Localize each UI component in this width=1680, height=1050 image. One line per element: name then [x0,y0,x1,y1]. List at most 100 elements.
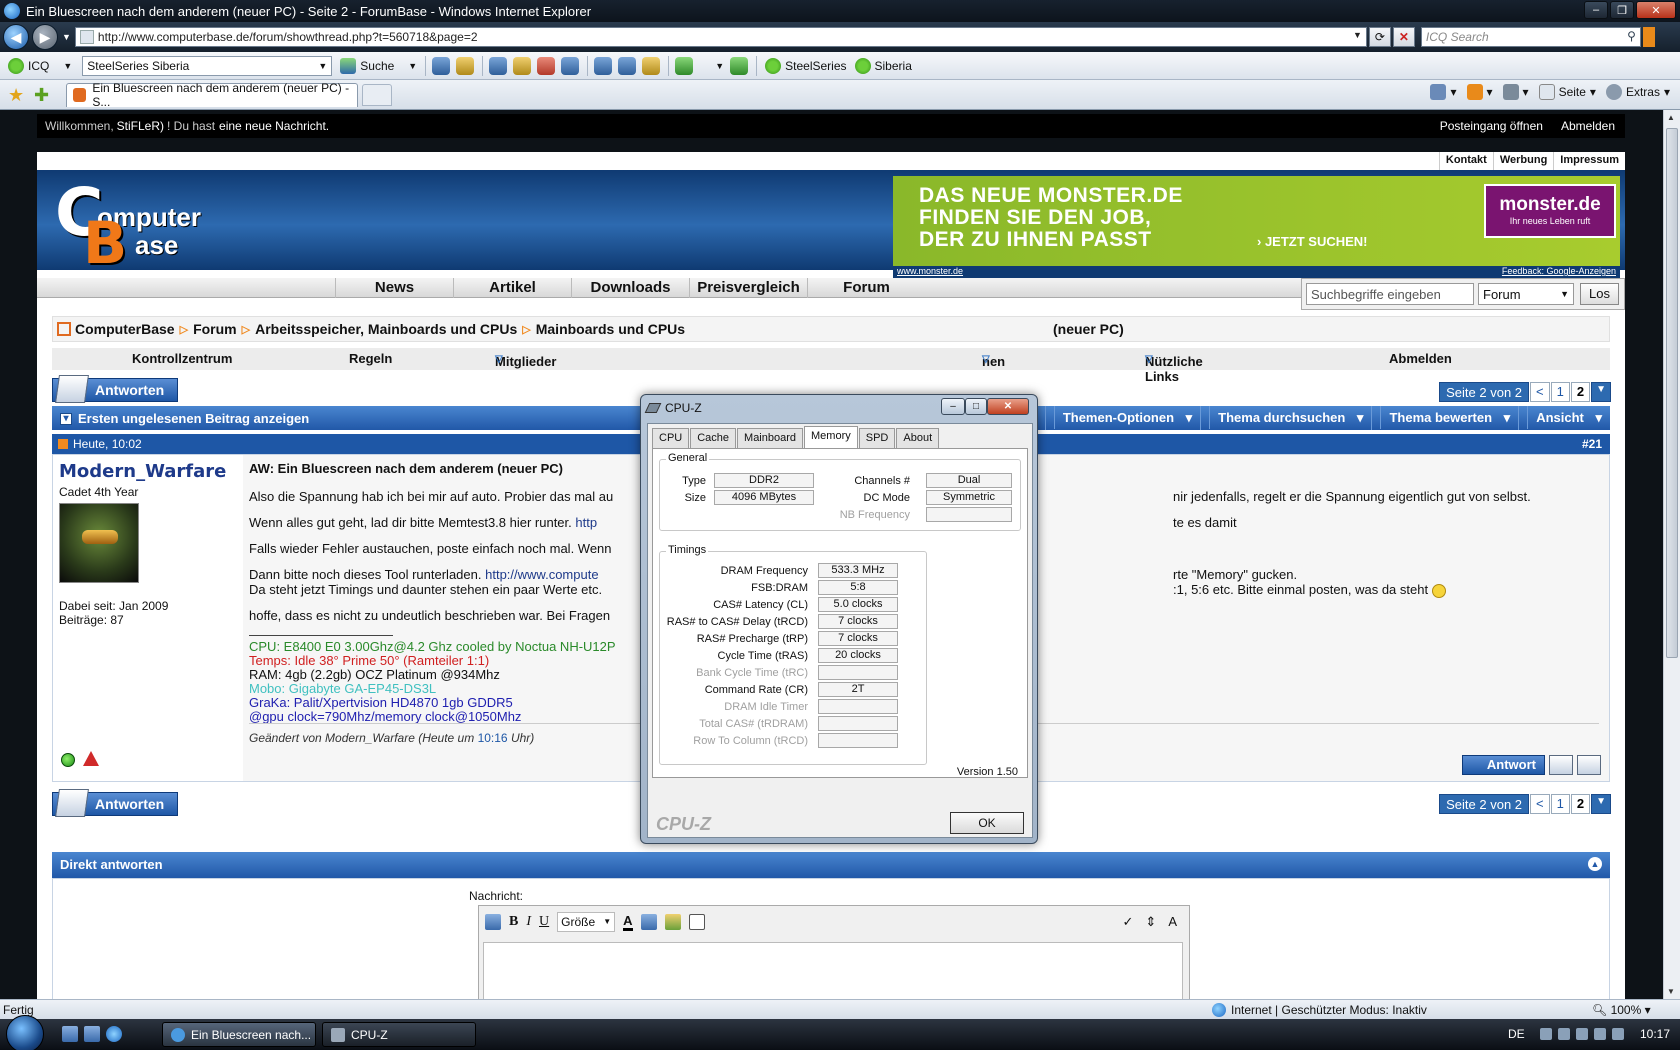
forum-search-button[interactable]: Los [1580,283,1619,305]
add-contact-icon[interactable] [618,56,637,75]
thread-rate-menu[interactable]: Thema bewerten ▾ [1371,406,1518,430]
switch-mode-icon[interactable]: A [1168,914,1177,930]
check-icon[interactable] [675,56,694,75]
contact-link[interactable]: Kontakt [1438,152,1493,170]
security-zone[interactable]: Internet | Geschützter Modus: Inaktiv [1212,1003,1427,1017]
cpuz-ok-button[interactable]: OK [950,812,1024,834]
inbox-link[interactable]: Posteingang öffnen [1440,119,1543,133]
font-color-button[interactable]: A [623,913,633,931]
taskbar-ie-window[interactable]: Ein Bluescreen nach... [162,1022,316,1047]
computerbase-logo[interactable]: C omputer B ase [55,180,215,273]
nav-news[interactable]: News [335,278,453,298]
post-username[interactable]: Modern_Warfare [59,461,226,482]
underline-button[interactable]: U [539,914,549,930]
report-post-icon[interactable] [83,751,99,766]
cpuz-tab-about[interactable]: About [896,428,940,448]
breadcrumb-item[interactable]: ComputerBase [75,321,175,337]
advertising-link[interactable]: Werbung [1492,152,1553,170]
more-dropdown-icon[interactable]: ▼ [715,61,724,71]
toolbar-search-button[interactable]: Suche ▼ [340,57,417,74]
maximize-button[interactable]: ❐ [1610,1,1634,19]
mail-icon[interactable] [537,56,556,75]
multiquote-button[interactable] [1577,755,1601,775]
share-icon[interactable] [561,56,580,75]
avatar[interactable] [59,503,139,583]
resize-icon[interactable]: ⇕ [1145,914,1156,930]
search-icon[interactable]: ⚲ [1627,29,1636,43]
address-bar[interactable]: http://www.computerbase.de/forum/showthr… [74,27,1367,47]
cpuz-link[interactable]: http://www.compute [485,567,598,582]
cpuz-tab-mainboard[interactable]: Mainboard [737,428,804,448]
scroll-thumb[interactable] [1666,128,1678,658]
reply-button-top[interactable]: Antworten [52,375,178,403]
taskbar-cpuz-window[interactable]: CPU-Z [322,1022,476,1047]
new-message-link[interactable]: eine neue Nachricht. [219,119,329,133]
chat-icon[interactable] [489,56,508,75]
italic-button[interactable]: I [526,914,531,930]
ad-site-link[interactable]: www.monster.de [897,266,963,276]
reply-button-bottom[interactable]: Antworten [52,789,178,817]
quote-icon[interactable] [688,914,705,930]
nav-rules[interactable]: Regeln [349,351,392,366]
contacts-icon[interactable] [594,56,613,75]
people-icon[interactable] [456,56,475,75]
cpuz-close-button[interactable]: ✕ [987,398,1029,415]
tray-steam-icon[interactable] [1576,1028,1588,1040]
tray-expand-icon[interactable] [1540,1028,1552,1040]
users-icon[interactable] [642,56,661,75]
feeds-button[interactable]: ▾ [1466,84,1493,100]
logout-link[interactable]: Abmelden [1561,119,1615,133]
forward-button[interactable]: ▶ [32,24,58,50]
tray-network-icon[interactable] [1558,1028,1570,1040]
vertical-scrollbar[interactable]: ▲ ▼ [1663,110,1680,999]
imprint-link[interactable]: Impressum [1553,152,1625,170]
extras-menu[interactable]: Extras ▾ [1605,84,1670,100]
remove-format-icon[interactable] [485,914,501,930]
cpuz-tab-memory[interactable]: Memory [804,426,858,448]
toolbar-link-siberia[interactable]: Siberia [854,57,912,74]
insert-image-icon[interactable] [664,914,681,930]
back-button[interactable]: ◀ [3,24,29,50]
cpuz-tab-cpu[interactable]: CPU [652,428,690,448]
switch-windows-icon[interactable] [84,1026,100,1042]
memtest-link[interactable]: http [575,515,597,530]
pager-dropdown-icon[interactable]: ▼ [1591,382,1611,402]
forum-search-input[interactable]: Suchbegriffe eingeben [1306,283,1474,305]
nav-preisvergleich[interactable]: Preisvergleich [689,278,807,298]
monster-ad-banner[interactable]: DAS NEUE MONSTER.DE FINDEN SIE DEN JOB, … [893,176,1620,266]
minimize-button[interactable]: – [1584,1,1608,19]
message-textarea[interactable] [483,942,1183,999]
tray-volume-icon[interactable] [1594,1028,1606,1040]
cpuz-tab-spd[interactable]: SPD [858,428,896,448]
thread-options-menu[interactable]: Themen-Optionen ▾ [1044,406,1200,430]
favorites-star-icon[interactable]: ★ [8,86,26,104]
thread-view-menu[interactable]: Ansicht ▾ [1518,406,1610,430]
first-unread-link[interactable]: ▾ Ersten ungelesenen Beitrag anzeigen [60,411,309,426]
pager-prev[interactable]: < [1530,794,1550,814]
add-favorite-icon[interactable]: ✚ [34,86,52,104]
history-dropdown-icon[interactable]: ▼ [62,32,71,42]
welcome-username[interactable]: StiFLeR) [117,119,164,133]
language-indicator[interactable]: DE [1508,1027,1525,1041]
spellcheck-icon[interactable]: ✓ [1123,914,1134,930]
cpuz-maximize-button[interactable]: □ [965,398,987,415]
post-number-link[interactable]: #21 [1582,437,1602,451]
scroll-down-icon[interactable]: ▼ [1667,987,1675,996]
icq-menu[interactable]: ICQ ▼ [8,57,72,74]
font-size-select[interactable]: Größe ▼ [557,912,616,932]
answer-button[interactable]: Antwort [1461,755,1545,775]
home-button[interactable]: ▾ [1430,84,1457,100]
search-options-button[interactable] [1642,27,1655,47]
tab-active[interactable]: Ein Bluescreen nach dem anderem (neuer P… [66,81,358,109]
toolbar-link-steelseries[interactable]: SteelSeries [765,57,847,74]
zoom-level[interactable]: 🔍︎ 100% ▾ [1592,1003,1651,1017]
cpuz-minimize-button[interactable]: – [941,398,965,415]
pager-prev[interactable]: < [1530,382,1550,402]
new-tab-button[interactable] [362,83,392,106]
block-icon[interactable] [432,56,451,75]
collapse-icon[interactable]: ▲ [1588,857,1602,871]
clock[interactable]: 10:17 [1640,1027,1670,1041]
start-button[interactable] [6,1015,44,1050]
close-button[interactable]: ✕ [1636,1,1676,19]
pager-dropdown-icon[interactable]: ▼ [1591,794,1611,814]
